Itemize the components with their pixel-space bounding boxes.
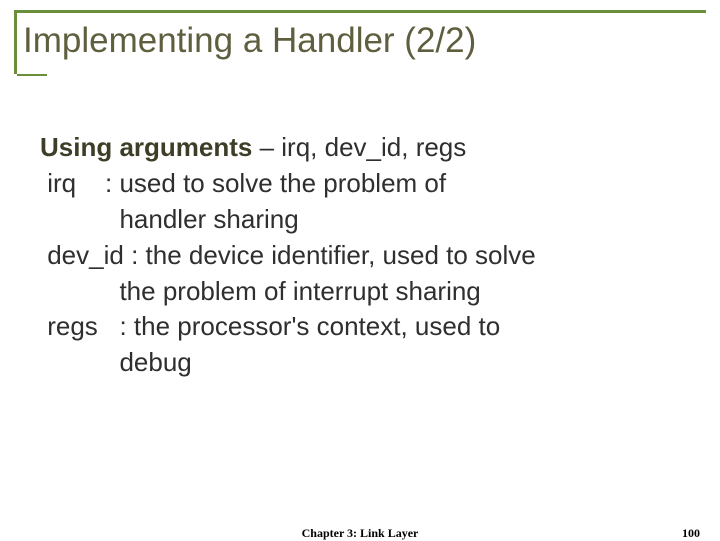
body-line: dev_id : the device identifier, used to … <box>40 238 680 274</box>
slide-content: Using arguments – irq, dev_id, regs irq … <box>40 130 680 381</box>
footer-chapter: Chapter 3: Link Layer <box>302 526 419 541</box>
footer-page-number: 100 <box>682 526 700 541</box>
body-line: the problem of interrupt sharing <box>40 274 680 310</box>
title-bar: Implementing a Handler (2/2) <box>14 10 706 74</box>
slide-title: Implementing a Handler (2/2) <box>21 13 706 61</box>
lead-rest: – irq, dev_id, regs <box>252 132 466 162</box>
lead-label: Using arguments <box>40 132 252 162</box>
body-line: regs : the processor's context, used to <box>40 309 680 345</box>
lead-line: Using arguments – irq, dev_id, regs <box>40 130 680 166</box>
body-line: handler sharing <box>40 202 680 238</box>
body-line: irq : used to solve the problem of <box>40 166 680 202</box>
body-line: debug <box>40 345 680 381</box>
